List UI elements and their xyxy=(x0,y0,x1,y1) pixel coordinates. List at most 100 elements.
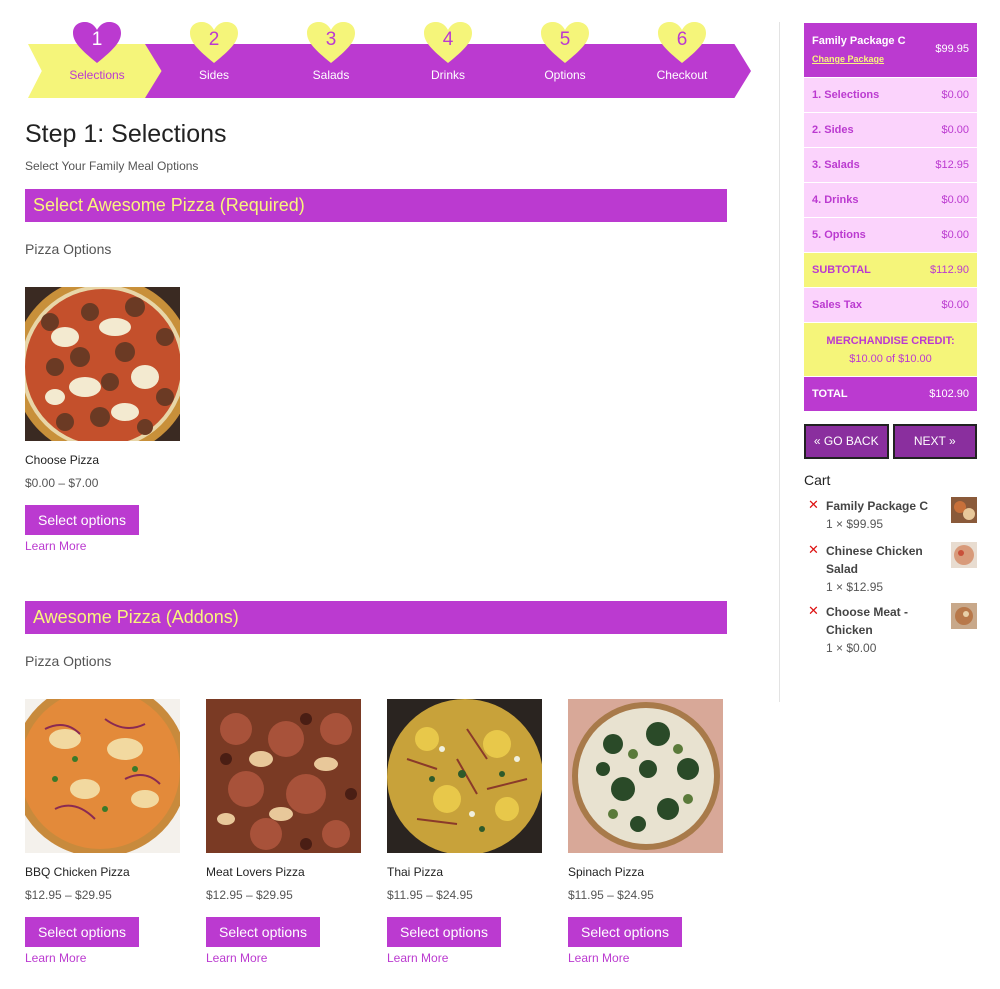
total-label: TOTAL xyxy=(812,388,848,400)
product-card: Choose Pizza $0.00 – $7.00 Select option… xyxy=(25,287,180,553)
summary-line: 1. Selections $0.00 xyxy=(804,77,977,112)
total-row: TOTAL $102.90 xyxy=(804,376,977,411)
heart-icon: 3 xyxy=(307,22,355,64)
cart-title: Cart xyxy=(804,472,831,488)
heart-icon: 6 xyxy=(658,22,706,64)
remove-icon[interactable]: ✕ xyxy=(808,603,819,619)
credit-label: MERCHANDISE CREDIT: xyxy=(826,335,955,347)
product-grid: Choose Pizza $0.00 – $7.00 Select option… xyxy=(25,287,727,553)
select-options-button[interactable]: Select options xyxy=(206,917,320,947)
tax-value: $0.00 xyxy=(941,299,969,311)
step-number: 2 xyxy=(208,29,220,50)
summary-line-value: $0.00 xyxy=(941,89,969,101)
step-number: 1 xyxy=(91,29,103,50)
product-price: $12.95 – $29.95 xyxy=(206,888,293,902)
page-subtitle: Select Your Family Meal Options xyxy=(25,159,199,173)
summary-line-label: 4. Drinks xyxy=(812,194,859,206)
product-price: $11.95 – $24.95 xyxy=(568,888,654,902)
summary-line: 4. Drinks $0.00 xyxy=(804,182,977,217)
cart-item-qty: 1 × $12.95 xyxy=(826,580,884,594)
package-price: $99.95 xyxy=(935,43,969,55)
learn-more-link[interactable]: Learn More xyxy=(568,951,723,965)
heart-icon: 5 xyxy=(541,22,589,64)
product-grid: BBQ Chicken Pizza $12.95 – $29.95 Select… xyxy=(25,699,727,965)
learn-more-link[interactable]: Learn More xyxy=(25,951,180,965)
cart-thumbnail xyxy=(951,497,977,523)
section-subtitle: Pizza Options xyxy=(25,241,112,257)
product-price: $11.95 – $24.95 xyxy=(387,888,473,902)
nav-buttons: « GO BACK NEXT » xyxy=(804,424,977,459)
pizza-image[interactable] xyxy=(25,287,180,441)
page-title: Step 1: Selections xyxy=(25,120,227,148)
heart-icon: 2 xyxy=(190,22,238,64)
tax-row: Sales Tax $0.00 xyxy=(804,287,977,322)
step-number: 3 xyxy=(325,29,337,50)
order-summary-sidebar: Family Package C Change Package $99.95 1… xyxy=(804,23,977,655)
step-number: 4 xyxy=(442,29,454,50)
product-name[interactable]: BBQ Chicken Pizza xyxy=(25,865,180,879)
cart-item-name[interactable]: Choose Meat - Chicken xyxy=(826,603,936,639)
product-price: $0.00 – $7.00 xyxy=(25,476,99,490)
learn-more-link[interactable]: Learn More xyxy=(25,539,180,553)
pizza-image[interactable] xyxy=(25,699,180,853)
section-subtitle: Pizza Options xyxy=(25,653,112,669)
select-options-button[interactable]: Select options xyxy=(387,917,501,947)
remove-icon[interactable]: ✕ xyxy=(808,497,819,513)
cart-item: ✕ Chinese Chicken Salad 1 × $12.95 xyxy=(804,542,977,594)
learn-more-link[interactable]: Learn More xyxy=(206,951,361,965)
step-label: Checkout xyxy=(656,68,708,82)
cart-item-name[interactable]: Chinese Chicken Salad xyxy=(826,542,936,578)
credit-value: $10.00 of $10.00 xyxy=(849,353,932,365)
step-number: 5 xyxy=(559,29,571,50)
product-name[interactable]: Thai Pizza xyxy=(387,865,542,879)
step-progress: 1 Selections 2 Sides 3 Salads 4 Drinks 5 xyxy=(28,22,752,100)
subtotal-label: SUBTOTAL xyxy=(812,264,871,276)
select-options-button[interactable]: Select options xyxy=(25,917,139,947)
next-button[interactable]: NEXT » xyxy=(892,424,977,459)
merchandise-credit: MERCHANDISE CREDIT: $10.00 of $10.00 xyxy=(804,322,977,376)
product-card: Spinach Pizza $11.95 – $24.95 Select opt… xyxy=(568,699,723,965)
summary-line-label: 3. Salads xyxy=(812,159,860,171)
product-name[interactable]: Spinach Pizza xyxy=(568,865,723,879)
summary-line-value: $0.00 xyxy=(941,124,969,136)
step-checkout[interactable]: 6 Checkout xyxy=(613,22,751,98)
cart-item-name[interactable]: Family Package C xyxy=(826,497,936,515)
sidebar-divider xyxy=(779,22,780,702)
product-name[interactable]: Meat Lovers Pizza xyxy=(206,865,361,879)
summary-line-value: $12.95 xyxy=(935,159,969,171)
summary-line-value: $0.00 xyxy=(941,194,969,206)
product-card: Thai Pizza $11.95 – $24.95 Select option… xyxy=(387,699,542,965)
subtotal-row: SUBTOTAL $112.90 xyxy=(804,252,977,287)
cart-item: ✕ Choose Meat - Chicken 1 × $0.00 xyxy=(804,603,977,655)
summary-line: 5. Options $0.00 xyxy=(804,217,977,252)
pizza-image[interactable] xyxy=(387,699,542,853)
summary-line-label: 1. Selections xyxy=(812,89,880,101)
summary-line-label: 2. Sides xyxy=(812,124,854,136)
total-value: $102.90 xyxy=(929,388,969,400)
go-back-button[interactable]: « GO BACK xyxy=(804,424,889,459)
remove-icon[interactable]: ✕ xyxy=(808,542,819,558)
heart-icon: 1 xyxy=(73,22,121,64)
pizza-image[interactable] xyxy=(206,699,361,853)
select-options-button[interactable]: Select options xyxy=(568,917,682,947)
cart-thumbnail xyxy=(951,542,977,568)
heart-icon: 4 xyxy=(424,22,472,64)
main-content: Step 1: Selections Select Your Family Me… xyxy=(25,120,727,965)
pizza-image[interactable] xyxy=(568,699,723,853)
product-card: Meat Lovers Pizza $12.95 – $29.95 Select… xyxy=(206,699,361,965)
product-card: BBQ Chicken Pizza $12.95 – $29.95 Select… xyxy=(25,699,180,965)
subtotal-value: $112.90 xyxy=(930,264,969,276)
section-header-required: Select Awesome Pizza (Required) xyxy=(25,189,727,222)
tax-label: Sales Tax xyxy=(812,299,862,311)
change-package-link[interactable]: Change Package xyxy=(812,54,969,64)
product-name[interactable]: Choose Pizza xyxy=(25,453,180,467)
summary-line-label: 5. Options xyxy=(812,229,866,241)
section-header-addons: Awesome Pizza (Addons) xyxy=(25,601,727,634)
cart-item-qty: 1 × $0.00 xyxy=(826,641,877,655)
cart-thumbnail xyxy=(951,603,977,629)
product-price: $12.95 – $29.95 xyxy=(25,888,112,902)
package-summary: Family Package C Change Package $99.95 xyxy=(804,23,977,77)
learn-more-link[interactable]: Learn More xyxy=(387,951,542,965)
select-options-button[interactable]: Select options xyxy=(25,505,139,535)
cart-item: ✕ Family Package C 1 × $99.95 xyxy=(804,497,977,533)
